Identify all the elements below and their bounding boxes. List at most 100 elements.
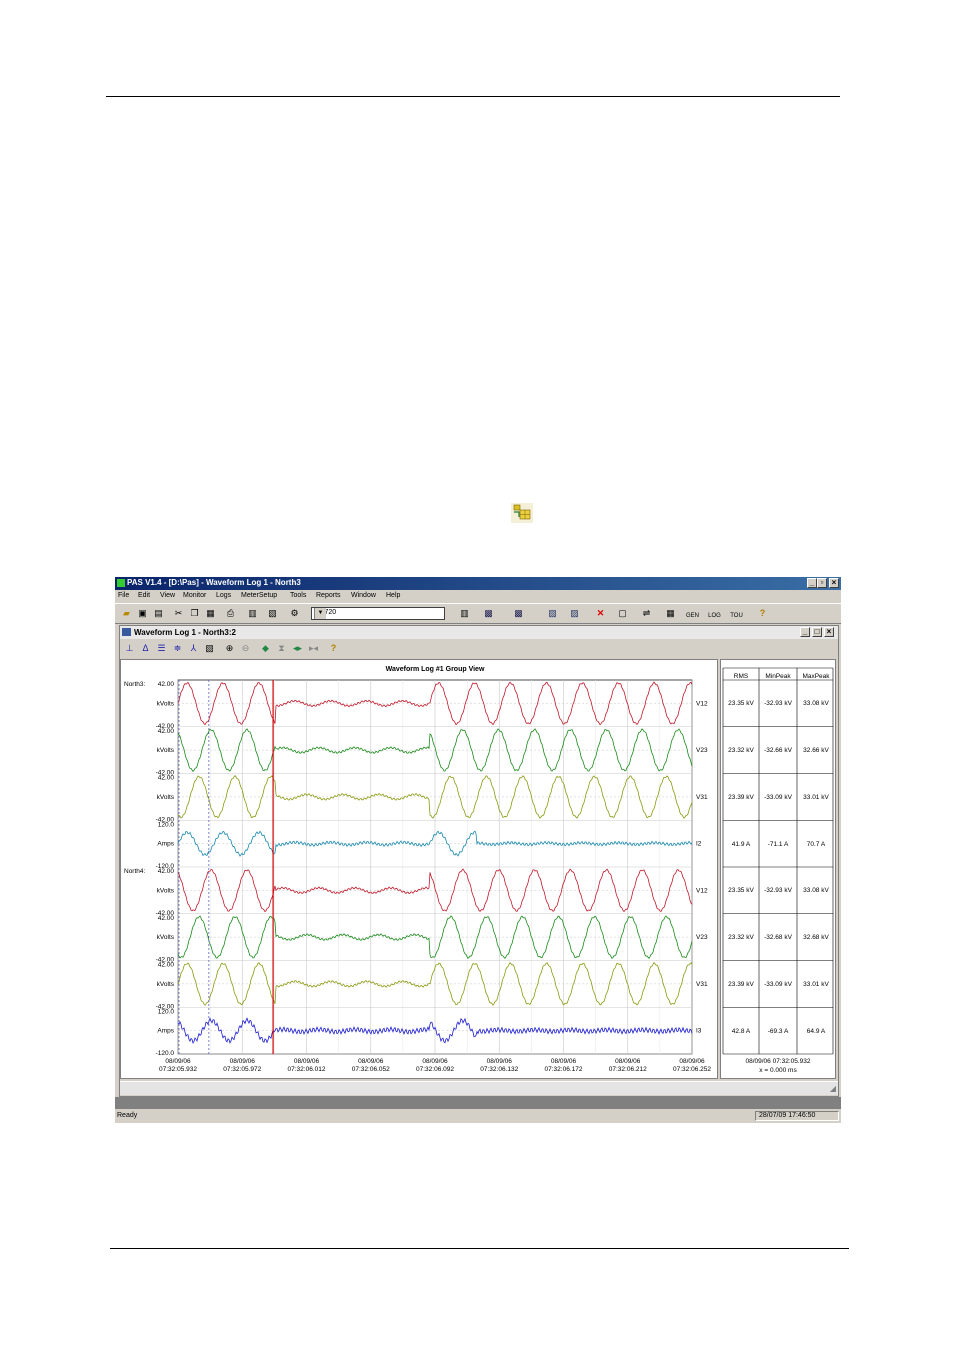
menu-help[interactable]: Help xyxy=(386,592,400,599)
channel-label: V23 xyxy=(696,934,708,941)
options-icon[interactable]: ▧ xyxy=(203,642,216,655)
x-tick-date: 08/09/06 xyxy=(422,1058,448,1065)
cell-minpeak: -33.09 kV xyxy=(764,980,792,988)
cursor-icon[interactable]: ⊥ xyxy=(123,642,136,655)
compress-vertical-icon[interactable]: ⧗ xyxy=(275,642,288,655)
channel-label: V31 xyxy=(696,981,708,988)
restore-button[interactable]: ▫ xyxy=(817,578,827,588)
gen-icon[interactable]: GEN xyxy=(686,607,699,620)
y-unit-label: kVolts xyxy=(157,700,175,707)
x-tick-time: 07:32:06.052 xyxy=(352,1066,390,1073)
menu-monitor[interactable]: Monitor xyxy=(183,592,206,599)
menu-tools[interactable]: Tools xyxy=(290,592,306,599)
copy-icon[interactable]: ❐ xyxy=(188,607,201,620)
meter-icon[interactable]: ▥ xyxy=(458,607,471,620)
tou-icon[interactable]: TOU xyxy=(730,607,743,620)
y-unit-label: kVolts xyxy=(157,934,175,941)
zoom-in-icon[interactable]: ⊕ xyxy=(223,642,236,655)
channel-label: I3 xyxy=(696,1028,702,1035)
stop-icon[interactable]: ▢ xyxy=(616,607,629,620)
child-title: Waveform Log 1 - North3:2 xyxy=(134,628,236,637)
fit-vertical-icon[interactable]: ◆ xyxy=(259,642,272,655)
properties-icon[interactable]: ▧ xyxy=(266,607,279,620)
x-tick-date: 08/09/06 xyxy=(551,1058,577,1065)
menu-view[interactable]: View xyxy=(160,592,175,599)
help-icon[interactable]: ? xyxy=(327,642,340,655)
chart-icon[interactable]: ▨ xyxy=(546,607,559,620)
cut-icon[interactable]: ✂ xyxy=(172,607,185,620)
fit-horizontal-icon[interactable]: ◂▸ xyxy=(291,642,304,655)
chevron-down-icon[interactable]: ▼ xyxy=(314,608,326,619)
delta-icon[interactable]: Δ xyxy=(139,642,152,655)
app-title: PAS V1.4 - [D:\Pas] - Waveform Log 1 - N… xyxy=(127,578,301,587)
cell-minpeak: -32.93 kV xyxy=(764,887,792,895)
cell-minpeak: -69.3 A xyxy=(767,1027,789,1035)
x-tick-time: 07:32:06.092 xyxy=(416,1066,454,1073)
x-tick-time: 07:32:05.972 xyxy=(223,1066,261,1073)
app-titlebar: PAS V1.4 - [D:\Pas] - Waveform Log 1 - N… xyxy=(115,577,841,590)
values-grid xyxy=(722,667,834,1055)
list-icon[interactable]: ☰ xyxy=(155,642,168,655)
gen-label: GEN xyxy=(686,613,700,619)
cursor-delta: x = 0.000 ms xyxy=(759,1067,797,1074)
zoom-out-icon[interactable]: ⊖ xyxy=(239,642,252,655)
minimize-button[interactable]: _ xyxy=(807,578,817,588)
x-tick-date: 08/09/06 xyxy=(230,1058,256,1065)
print-icon[interactable]: ⎙ xyxy=(224,607,237,620)
child-close-button[interactable]: × xyxy=(824,627,834,637)
horizontal-scrollbar[interactable]: ◢ xyxy=(120,1081,838,1095)
network-icon[interactable]: ⇌ xyxy=(640,607,653,620)
image-icon[interactable]: ▨ xyxy=(568,607,581,620)
cell-rms: 23.32 kV xyxy=(728,934,754,942)
x-tick-time: 07:32:06.212 xyxy=(609,1066,647,1073)
menu-metersetup[interactable]: MeterSetup xyxy=(241,592,277,599)
y-unit-label: Amps xyxy=(157,1028,174,1035)
channel-label: V12 xyxy=(696,700,708,707)
cell-maxpeak: 33.08 kV xyxy=(803,887,829,895)
download-icon[interactable]: ▩ xyxy=(482,607,495,620)
menu-window[interactable]: Window xyxy=(351,592,376,599)
cell-rms: 42.8 A xyxy=(731,1027,751,1035)
menu-reports[interactable]: Reports xyxy=(316,592,341,599)
plot-title: Waveform Log #1 Group View xyxy=(386,666,485,673)
status-datetime: 28/07/09 17:46:50 xyxy=(755,1111,839,1121)
upload-icon[interactable]: ▩ xyxy=(512,607,525,620)
delete-icon[interactable]: ✕ xyxy=(594,607,607,620)
log-icon[interactable]: LOG xyxy=(708,607,721,620)
cell-maxpeak: 64.9 A xyxy=(806,1027,826,1035)
preview-icon[interactable]: ▥ xyxy=(246,607,259,620)
save-all-icon[interactable]: ▤ xyxy=(152,607,165,620)
y-max-label: 42.00 xyxy=(158,962,175,969)
menu-logs[interactable]: Logs xyxy=(216,592,231,599)
cell-maxpeak: 33.01 kV xyxy=(803,793,829,801)
child-titlebar: Waveform Log 1 - North3:2 _ □ × xyxy=(120,626,838,639)
header-maxpeak: MaxPeak xyxy=(802,673,830,680)
group-label: North3: xyxy=(124,681,146,688)
cell-minpeak: -71.1 A xyxy=(767,840,789,848)
y-max-label: 42.00 xyxy=(158,915,175,922)
waveform-plot[interactable]: Waveform Log #1 Group View 08/09/06 07:32:… xyxy=(120,659,718,1079)
menu-file[interactable]: File xyxy=(118,592,129,599)
grid-icon[interactable]: ▦ xyxy=(664,607,677,620)
device-combo[interactable]: EM720 ▼ xyxy=(311,607,445,620)
cell-minpeak: -32.93 kV xyxy=(764,700,792,708)
save-icon[interactable]: ▣ xyxy=(136,607,149,620)
connect-icon[interactable]: ⚙ xyxy=(288,607,301,620)
channel-label: V12 xyxy=(696,887,708,894)
y-max-label: 42.00 xyxy=(158,868,175,875)
channels-icon[interactable]: ≑ xyxy=(171,642,184,655)
x-tick-date: 08/09/06 xyxy=(358,1058,384,1065)
paste-icon[interactable]: ▦ xyxy=(204,607,217,620)
help-icon[interactable]: ? xyxy=(756,607,769,620)
child-maximize-button[interactable]: □ xyxy=(812,627,822,637)
values-table: RMS MinPeak MaxPeak 23.35 kV -32.93 kV 33.… xyxy=(720,659,836,1079)
open-icon[interactable]: ▰ xyxy=(120,607,133,620)
compress-horizontal-icon[interactable]: ▸◂ xyxy=(307,642,320,655)
close-button[interactable]: × xyxy=(829,578,839,588)
menu-edit[interactable]: Edit xyxy=(138,592,150,599)
app-logo-icon xyxy=(117,579,125,587)
scale-icon[interactable]: ⅄ xyxy=(187,642,200,655)
child-minimize-button[interactable]: _ xyxy=(800,627,810,637)
y-unit-label: Amps xyxy=(157,841,174,848)
x-tick-date: 08/09/06 xyxy=(294,1058,320,1065)
